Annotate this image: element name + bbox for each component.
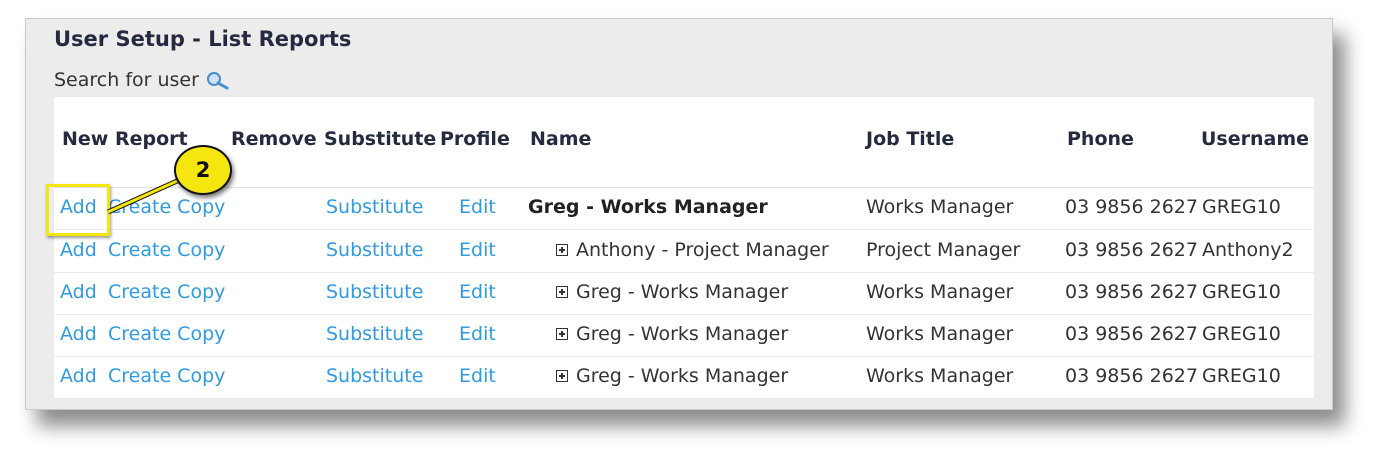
callout-number-badge: 2: [174, 145, 232, 195]
callout-pointer-line: [106, 174, 188, 215]
